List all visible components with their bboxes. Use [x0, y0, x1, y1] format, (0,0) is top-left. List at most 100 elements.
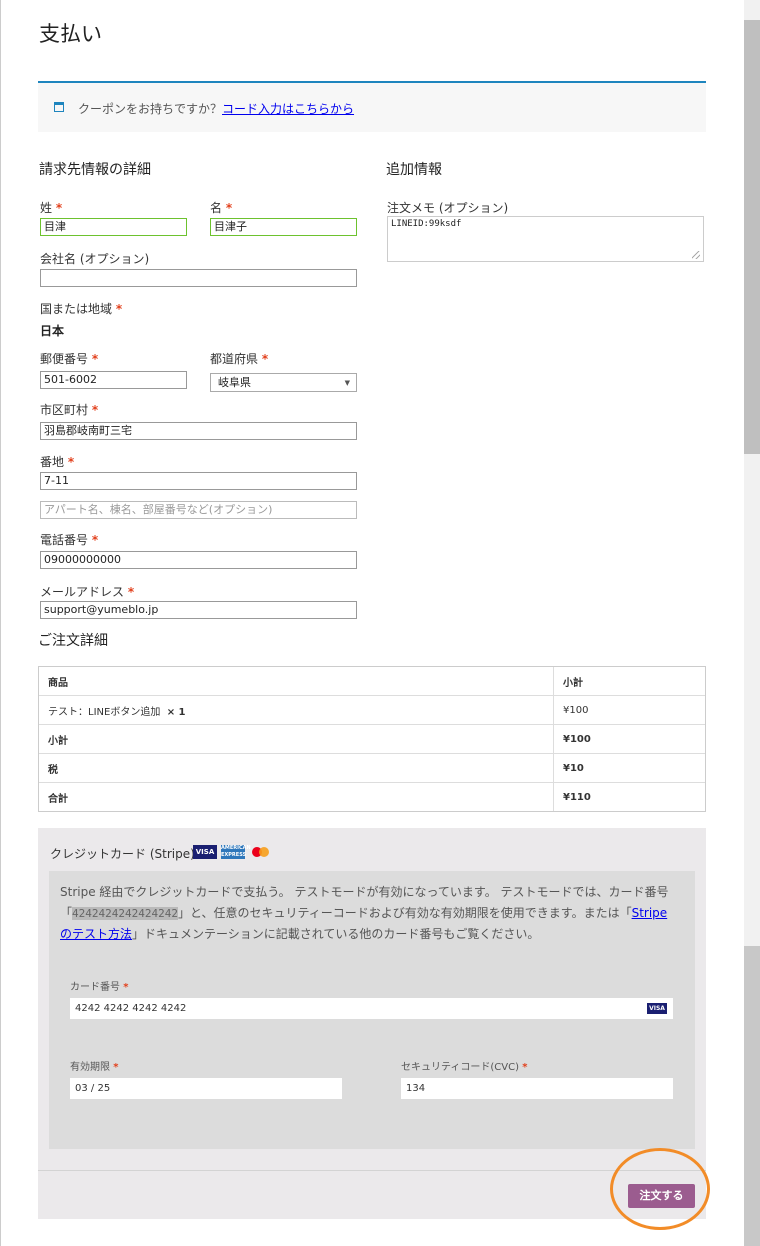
subtotal-label: 小計	[38, 724, 554, 754]
table-row: テスト：LINEボタン追加 × 1 ¥100	[38, 695, 706, 725]
billing-section-title: 請求先情報の詳細	[39, 162, 151, 178]
item-price: ¥100	[553, 695, 706, 725]
required-mark: *	[123, 982, 129, 993]
card-number-input[interactable]: 4242 4242 4242 4242 VISA	[70, 998, 673, 1019]
state-select[interactable]: 岐阜県 ▼	[210, 373, 357, 392]
postcode-label: 郵便番号 *	[40, 350, 98, 367]
address-label-text: 番地	[40, 455, 65, 469]
payment-description-box: Stripe 経由でクレジットカードで支払う。 テストモードが有効になっています…	[49, 871, 695, 1149]
scrollbar-thumb-lower[interactable]	[744, 946, 760, 1246]
required-mark: *	[113, 1062, 119, 1073]
first-name-input[interactable]: 目津子	[210, 218, 357, 236]
visa-card-icon: VISA	[647, 1003, 667, 1014]
scrollbar-thumb[interactable]	[744, 20, 760, 454]
state-select-value: 岐阜県	[218, 376, 251, 389]
visa-logo-icon: VISA	[193, 845, 217, 859]
tax-row: 税 ¥10	[38, 753, 706, 783]
mastercard-logo-icon	[250, 845, 272, 859]
country-label: 国または地域 *	[40, 300, 122, 317]
desc-part3: 」ドキュメンテーションに記載されている他のカード番号もご覧ください。	[132, 927, 540, 941]
company-input[interactable]	[40, 269, 357, 287]
required-mark: *	[91, 403, 99, 417]
resize-grip-icon[interactable]	[692, 251, 700, 259]
item-qty: × 1	[166, 706, 186, 718]
subtotal-row: 小計 ¥100	[38, 724, 706, 754]
window-icon	[54, 102, 64, 112]
expiry-input[interactable]: 03 / 25	[70, 1078, 342, 1099]
page-title: 支払い	[39, 22, 102, 46]
company-label: 会社名 (オプション)	[40, 252, 150, 266]
required-mark: *	[225, 201, 233, 215]
state-label-text: 都道府県	[210, 352, 259, 366]
country-label-text: 国または地域	[40, 302, 113, 316]
place-order-button[interactable]: 注文する	[628, 1184, 695, 1208]
item-cell: テスト：LINEボタン追加 × 1	[38, 695, 554, 725]
city-input[interactable]: 羽島郡岐南町三宅	[40, 422, 357, 440]
address2-input[interactable]: アパート名、棟名、部屋番号など(オプション)	[40, 501, 357, 519]
country-value: 日本	[40, 324, 65, 338]
card-number-label-text: カード番号	[70, 982, 120, 993]
order-table: 商品 小計 テスト：LINEボタン追加 × 1 ¥100 小計 ¥100 税 ¥…	[38, 666, 706, 812]
last-name-label: 姓 *	[40, 199, 62, 216]
card-number-value: 4242 4242 4242 4242	[75, 1003, 187, 1014]
required-mark: *	[67, 455, 75, 469]
order-notes-label: 注文メモ (オプション)	[387, 201, 509, 215]
cvc-input[interactable]: 134	[401, 1078, 673, 1099]
required-mark: *	[261, 352, 269, 366]
subtotal-value: ¥100	[553, 724, 706, 754]
email-input[interactable]: support@yumeblo.jp	[40, 601, 357, 619]
cvc-label: セキュリティコード(CVC) *	[401, 1058, 527, 1073]
phone-input[interactable]: 09000000000	[40, 551, 357, 569]
test-card-number: 4242424242424242	[72, 907, 178, 920]
additional-section-title: 追加情報	[386, 162, 442, 178]
item-name: テスト：LINEボタン追加	[48, 706, 161, 718]
total-label: 合計	[38, 782, 554, 812]
phone-label: 電話番号 *	[40, 531, 98, 548]
required-mark: *	[91, 352, 99, 366]
postcode-label-text: 郵便番号	[40, 352, 89, 366]
required-mark: *	[55, 201, 63, 215]
email-label-text: メールアドレス	[40, 585, 125, 599]
expiry-label-text: 有効期限	[70, 1062, 110, 1073]
header-subtotal: 小計	[553, 666, 706, 696]
order-notes-textarea[interactable]: LINEID:99ksdf	[387, 216, 704, 262]
coupon-text: クーポンをお持ちですか？コード入力はこちらから	[78, 100, 354, 117]
amex-logo-icon: AMERICAN EXPRESS	[221, 845, 251, 859]
email-label: メールアドレス *	[40, 583, 134, 600]
total-value: ¥110	[553, 782, 706, 812]
coupon-notice: クーポンをお持ちですか？コード入力はこちらから	[38, 81, 706, 132]
payment-description: Stripe 経由でクレジットカードで支払う。 テストモードが有効になっています…	[60, 882, 682, 945]
desc-part2: 」と、任意のセキュリティーコードおよび有効な有効期限を使用できます。または「	[177, 906, 632, 920]
left-edge-line	[0, 0, 1, 1246]
payment-method-name: クレジットカード (Stripe)	[50, 847, 195, 861]
chevron-down-icon: ▼	[344, 379, 350, 387]
address-input[interactable]: 7-11	[40, 472, 357, 490]
expiry-label: 有効期限 *	[70, 1058, 118, 1073]
card-number-label: カード番号 *	[70, 978, 128, 993]
first-name-label: 名 *	[210, 199, 232, 216]
postcode-input[interactable]: 501-6002	[40, 371, 187, 389]
city-label: 市区町村 *	[40, 401, 98, 418]
last-name-input[interactable]: 目津	[40, 218, 187, 236]
header-product: 商品	[38, 666, 554, 696]
payment-method-label[interactable]: クレジットカード (Stripe)	[50, 845, 195, 862]
last-name-label-text: 姓	[40, 201, 53, 215]
required-mark: *	[115, 302, 123, 316]
required-mark: *	[127, 585, 135, 599]
coupon-question: クーポンをお持ちですか？	[78, 102, 223, 116]
payment-box: クレジットカード (Stripe) VISA AMERICAN EXPRESS …	[38, 828, 706, 1219]
first-name-label-text: 名	[210, 201, 223, 215]
total-row: 合計 ¥110	[38, 782, 706, 812]
tax-label: 税	[38, 753, 554, 783]
address-label: 番地 *	[40, 453, 74, 470]
required-mark: *	[522, 1062, 528, 1073]
coupon-link[interactable]: コード入力はこちらから	[222, 102, 354, 116]
table-header-row: 商品 小計	[38, 666, 706, 696]
order-section-title: ご注文詳細	[38, 633, 108, 649]
phone-label-text: 電話番号	[40, 533, 89, 547]
payment-divider	[38, 1170, 706, 1171]
required-mark: *	[91, 533, 99, 547]
tax-value: ¥10	[553, 753, 706, 783]
cvc-label-text: セキュリティコード(CVC)	[401, 1062, 520, 1073]
state-label: 都道府県 *	[210, 350, 268, 367]
